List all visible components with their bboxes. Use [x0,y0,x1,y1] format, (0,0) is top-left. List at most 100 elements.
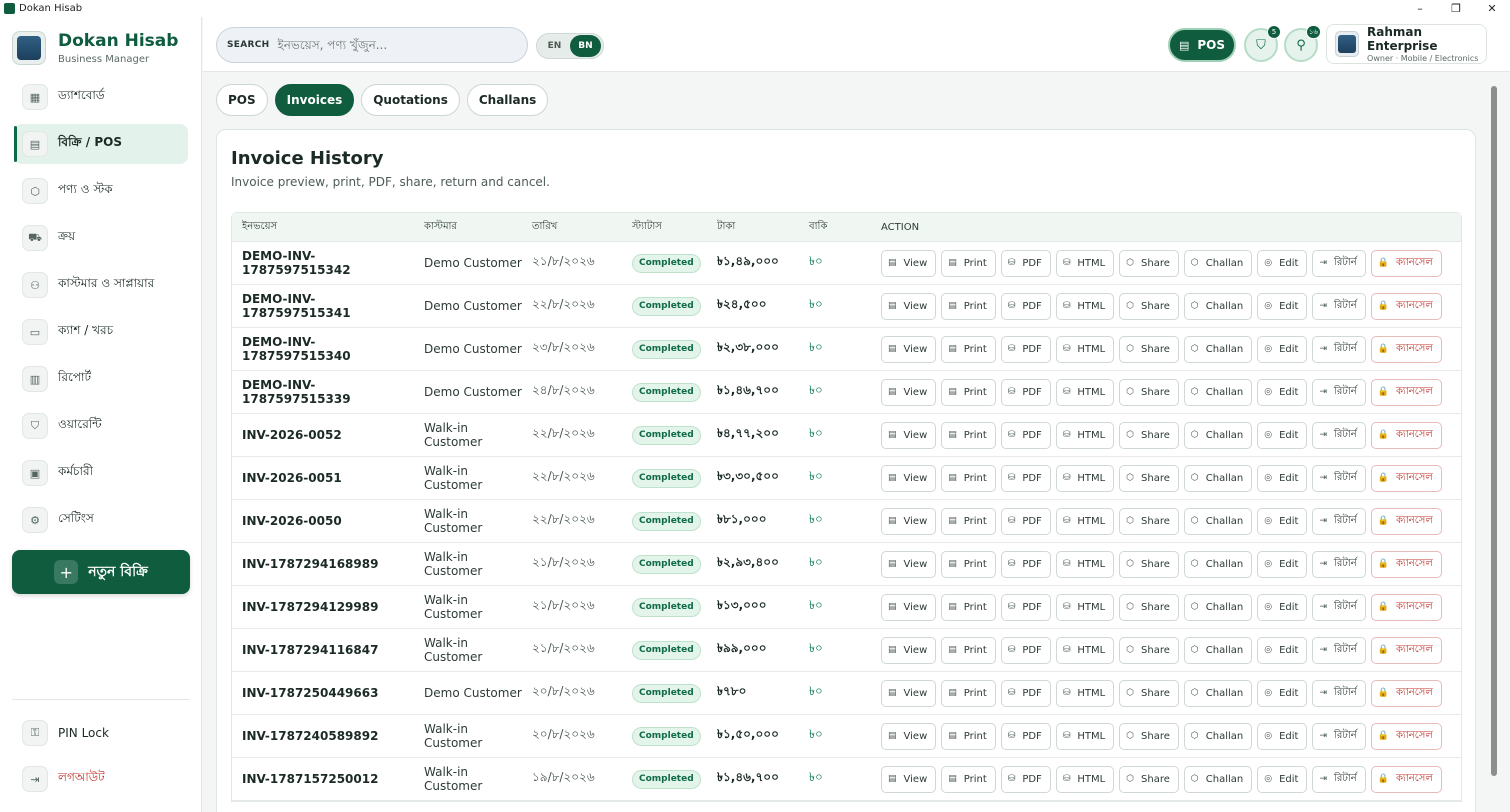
action-button-8[interactable]: ⇥ রিটার্ন [1312,249,1366,277]
action-button-8[interactable]: ⇥ রিটার্ন [1312,636,1366,664]
language-toggle[interactable]: EN BN [536,33,604,59]
action-button-7[interactable]: ◎ Edit [1257,249,1308,277]
action-button-3[interactable]: ⛁ PDF [1000,249,1051,277]
action-button-8[interactable]: ⇥ রিটার্ন [1312,593,1366,621]
invoice-number[interactable]: DEMO-INV-1787597515342 [232,249,414,277]
search-input[interactable] [277,38,508,52]
sidebar-item[interactable]: ⬡ পণ্য ও স্টক [14,171,188,211]
action-button-2[interactable]: ▤ Print [941,679,996,707]
action-button-9[interactable]: 🔒 ক্যানসেল [1370,378,1442,406]
invoice-number[interactable]: DEMO-INV-1787597515341 [232,292,414,320]
action-button-3[interactable]: ⛁ PDF [1000,765,1051,793]
sidebar-item[interactable]: ⛟ ক্রয় [14,218,188,258]
maximize-button[interactable]: ❐ [1438,0,1474,17]
action-button-9[interactable]: 🔒 ক্যানসেল [1370,679,1442,707]
invoice-number[interactable]: INV-1787294116847 [232,643,414,657]
action-button-7[interactable]: ◎ Edit [1257,507,1308,535]
invoice-number[interactable]: INV-1787157250012 [232,772,414,786]
action-button-7[interactable]: ◎ Edit [1257,722,1308,750]
invoice-number[interactable]: INV-1787240589892 [232,729,414,743]
action-button-2[interactable]: ▤ Print [941,636,996,664]
action-button-4[interactable]: ⛁ HTML [1055,292,1115,320]
action-button-4[interactable]: ⛁ HTML [1055,421,1115,449]
profile-card[interactable]: Rahman Enterprise Owner · Mobile / Elect… [1326,24,1487,64]
action-button-3[interactable]: ⛁ PDF [1000,636,1051,664]
tab-quotations[interactable]: Quotations [361,84,460,116]
action-button-8[interactable]: ⇥ রিটার্ন [1312,335,1366,363]
action-button-1[interactable]: ▤ View [881,679,937,707]
action-button-5[interactable]: ⬡ Share [1119,636,1179,664]
action-button-1[interactable]: ▤ View [881,292,937,320]
action-button-5[interactable]: ⬡ Share [1119,507,1179,535]
action-button-8[interactable]: ⇥ রিটার্ন [1312,722,1366,750]
logout-button[interactable]: ⇥ লগআউট [14,760,188,798]
sidebar-item[interactable]: ▣ কর্মচারী [14,453,188,493]
action-button-4[interactable]: ⛁ HTML [1055,464,1115,492]
invoice-number[interactable]: INV-2026-0050 [232,514,414,528]
action-button-2[interactable]: ▤ Print [941,335,996,363]
action-button-4[interactable]: ⛁ HTML [1055,335,1115,363]
action-button-6[interactable]: ⬡ Challan [1183,765,1253,793]
action-button-9[interactable]: 🔒 ক্যানসেল [1370,507,1442,535]
action-button-2[interactable]: ▤ Print [941,722,996,750]
action-button-7[interactable]: ◎ Edit [1257,550,1308,578]
scrollbar-thumb[interactable] [1491,86,1497,776]
action-button-1[interactable]: ▤ View [881,378,937,406]
invoice-number[interactable]: INV-1787294168989 [232,557,414,571]
action-button-4[interactable]: ⛁ HTML [1055,636,1115,664]
action-button-5[interactable]: ⬡ Share [1119,292,1179,320]
tab-invoices[interactable]: Invoices [274,84,355,116]
action-button-3[interactable]: ⛁ PDF [1000,679,1051,707]
action-button-7[interactable]: ◎ Edit [1257,421,1308,449]
action-button-1[interactable]: ▤ View [881,464,937,492]
sidebar-item[interactable]: ⚙ সেটিংস [14,500,188,540]
invoice-number[interactable]: DEMO-INV-1787597515340 [232,335,414,363]
action-button-6[interactable]: ⬡ Challan [1183,550,1253,578]
action-button-5[interactable]: ⬡ Share [1119,593,1179,621]
action-button-5[interactable]: ⬡ Share [1119,464,1179,492]
action-button-6[interactable]: ⬡ Challan [1183,636,1253,664]
action-button-4[interactable]: ⛁ HTML [1055,593,1115,621]
action-button-8[interactable]: ⇥ রিটার্ন [1312,765,1366,793]
action-button-5[interactable]: ⬡ Share [1119,421,1179,449]
sidebar-item[interactable]: ▭ ক্যাশ / খরচ [14,312,188,352]
sidebar-item[interactable]: ▥ রিপোর্ট [14,359,188,399]
action-button-8[interactable]: ⇥ রিটার্ন [1312,679,1366,707]
action-button-1[interactable]: ▤ View [881,507,937,535]
action-button-1[interactable]: ▤ View [881,335,937,363]
action-button-6[interactable]: ⬡ Challan [1183,679,1253,707]
action-button-2[interactable]: ▤ Print [941,378,996,406]
action-button-8[interactable]: ⇥ রিটার্ন [1312,292,1366,320]
action-button-5[interactable]: ⬡ Share [1119,550,1179,578]
action-button-6[interactable]: ⬡ Challan [1183,249,1253,277]
action-button-5[interactable]: ⬡ Share [1119,335,1179,363]
action-button-7[interactable]: ◎ Edit [1257,679,1308,707]
action-button-8[interactable]: ⇥ রিটার্ন [1312,550,1366,578]
action-button-3[interactable]: ⛁ PDF [1000,335,1051,363]
sidebar-item[interactable]: ▦ ড্যাশবোর্ড [14,77,188,117]
minimize-button[interactable]: – [1402,0,1438,17]
action-button-1[interactable]: ▤ View [881,636,937,664]
action-button-3[interactable]: ⛁ PDF [1000,722,1051,750]
invoice-number[interactable]: INV-1787250449663 [232,686,414,700]
action-button-2[interactable]: ▤ Print [941,421,996,449]
lang-bn-option[interactable]: BN [570,35,601,57]
action-button-8[interactable]: ⇥ রিটার্ন [1312,464,1366,492]
action-button-9[interactable]: 🔒 ক্যানসেল [1370,421,1442,449]
action-button-2[interactable]: ▤ Print [941,550,996,578]
warranty-notifications-button[interactable]: ⛉ 5 [1244,25,1281,62]
action-button-2[interactable]: ▤ Print [941,765,996,793]
action-button-5[interactable]: ⬡ Share [1119,249,1179,277]
action-button-3[interactable]: ⛁ PDF [1000,507,1051,535]
action-button-4[interactable]: ⛁ HTML [1055,722,1115,750]
action-button-8[interactable]: ⇥ রিটার্ন [1312,507,1366,535]
action-button-4[interactable]: ⛁ HTML [1055,249,1115,277]
action-button-7[interactable]: ◎ Edit [1257,378,1308,406]
action-button-7[interactable]: ◎ Edit [1257,335,1308,363]
action-button-5[interactable]: ⬡ Share [1119,765,1179,793]
pin-lock-button[interactable]: ⚿ PIN Lock [14,714,188,752]
action-button-9[interactable]: 🔒 ক্যানসেল [1370,249,1442,277]
action-button-9[interactable]: 🔒 ক্যানসেল [1370,550,1442,578]
action-button-3[interactable]: ⛁ PDF [1000,378,1051,406]
action-button-1[interactable]: ▤ View [881,421,937,449]
